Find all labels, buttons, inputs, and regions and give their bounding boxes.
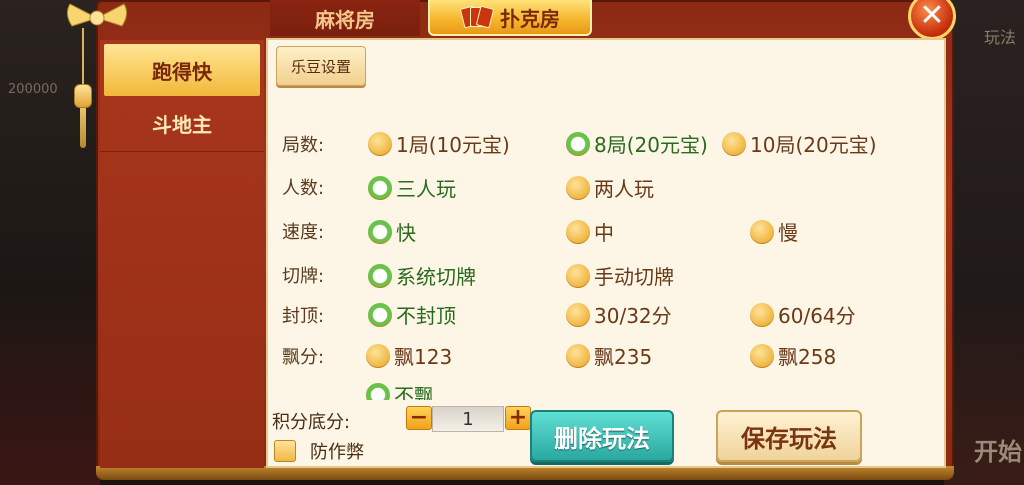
background-text-top: 玩法 — [983, 28, 1016, 47]
float-option-none[interactable]: 不飘 — [366, 380, 434, 400]
option-label: 不飘 — [394, 384, 434, 400]
float-option-123[interactable]: 飘123 — [366, 341, 452, 370]
sidebar-item-doudizhu[interactable]: 斗地主 — [100, 96, 264, 152]
option-label: 两人玩 — [594, 177, 654, 201]
float-option-235[interactable]: 飘235 — [566, 341, 652, 370]
save-ruleset-button[interactable]: 保存玩法 — [716, 410, 862, 462]
option-label: 不封顶 — [396, 304, 456, 328]
option-label: 1局(10元宝) — [396, 133, 510, 157]
anti-cheat-label: 防作弊 — [310, 442, 364, 463]
radio-icon — [750, 343, 774, 368]
close-icon: ✕ — [919, 0, 945, 33]
radio-icon — [566, 175, 590, 200]
option-label: 10局(20元宝) — [750, 133, 877, 157]
option-label: 飘258 — [778, 345, 837, 369]
radio-icon — [368, 131, 392, 156]
cap-option-30-32[interactable]: 30/32分 — [566, 300, 672, 329]
radio-selected-icon — [368, 263, 392, 288]
option-label: 快 — [396, 221, 416, 245]
option-label: 系统切牌 — [396, 265, 476, 289]
speed-option-slow[interactable]: 慢 — [750, 217, 798, 246]
bow-decoration-icon — [66, 3, 128, 27]
tassel-decoration — [80, 108, 86, 148]
sidebar-item-label: 斗地主 — [152, 113, 212, 137]
radio-icon — [750, 302, 774, 327]
option-label: 8局(20元宝) — [594, 133, 708, 157]
radio-icon — [366, 343, 390, 368]
lantern-string — [82, 28, 84, 88]
option-label: 中 — [594, 221, 614, 245]
score-increment-button[interactable]: + — [505, 406, 531, 430]
float-option-none-clip: 不飘 — [366, 380, 486, 400]
radio-icon — [750, 219, 774, 244]
background-coin-text: 200000 — [8, 82, 58, 97]
speed-option-fast[interactable]: 快 — [368, 217, 416, 246]
tab-mahjong-label: 麻将房 — [315, 7, 375, 32]
speed-label: 速度: — [282, 222, 325, 243]
players-option-two[interactable]: 两人玩 — [566, 173, 654, 202]
cap-option-60-64[interactable]: 60/64分 — [750, 300, 856, 329]
score-value-field[interactable]: 1 — [432, 406, 504, 432]
players-option-three[interactable]: 三人玩 — [368, 173, 456, 202]
minus-icon: − — [409, 405, 429, 430]
delete-ruleset-button[interactable]: 删除玩法 — [530, 410, 674, 462]
cap-label: 封顶: — [282, 306, 325, 327]
game-sidebar: 跑得快 斗地主 — [100, 40, 264, 468]
option-label: 飘123 — [394, 345, 453, 369]
background-right: 玩法 开始 — [944, 0, 1024, 485]
rounds-option-8[interactable]: 8局(20元宝) — [566, 129, 708, 158]
speed-option-medium[interactable]: 中 — [566, 217, 614, 246]
float-option-258[interactable]: 飘258 — [750, 341, 836, 370]
float-label: 飘分: — [282, 347, 325, 368]
rounds-label: 局数: — [282, 135, 325, 156]
background-text-bottom: 开始 — [974, 438, 1022, 466]
dialog-frame-bottom-rail — [96, 466, 954, 480]
radio-selected-icon — [566, 131, 590, 156]
option-label: 30/32分 — [594, 304, 672, 328]
cap-option-none[interactable]: 不封顶 — [368, 300, 456, 329]
option-label: 飘235 — [594, 345, 653, 369]
bean-settings-button[interactable]: 乐豆设置 — [276, 46, 366, 86]
radio-icon — [566, 263, 590, 288]
sidebar-item-paodekuai[interactable]: 跑得快 — [104, 44, 260, 96]
cut-option-system[interactable]: 系统切牌 — [368, 261, 476, 290]
radio-icon — [566, 302, 590, 327]
rounds-option-10[interactable]: 10局(20元宝) — [722, 129, 877, 158]
radio-icon — [722, 131, 746, 156]
settings-panel — [266, 38, 946, 468]
radio-icon — [566, 219, 590, 244]
cut-option-manual[interactable]: 手动切牌 — [566, 261, 674, 290]
background-left: 200000 — [0, 0, 100, 485]
playing-cards-icon — [459, 4, 495, 30]
sidebar-item-label: 跑得快 — [152, 59, 212, 84]
option-label: 60/64分 — [778, 304, 856, 328]
cut-label: 切牌: — [282, 266, 325, 287]
radio-icon — [566, 343, 590, 368]
radio-selected-icon — [368, 302, 392, 327]
lantern-icon — [74, 84, 92, 108]
tab-mahjong-room[interactable]: 麻将房 — [270, 0, 420, 36]
anti-cheat-checkbox[interactable] — [274, 440, 296, 462]
rounds-option-1[interactable]: 1局(10元宝) — [368, 129, 510, 158]
tab-poker-label: 扑克房 — [500, 6, 560, 31]
option-label: 三人玩 — [396, 177, 456, 201]
score-decrement-button[interactable]: − — [406, 406, 432, 430]
radio-selected-icon — [368, 175, 392, 200]
option-label: 慢 — [778, 221, 798, 245]
radio-selected-icon — [366, 382, 390, 400]
radio-selected-icon — [368, 219, 392, 244]
players-label: 人数: — [282, 178, 325, 199]
option-label: 手动切牌 — [594, 265, 674, 289]
tab-poker-room[interactable]: 扑克房 — [428, 0, 592, 36]
base-score-label: 积分底分: — [272, 412, 351, 433]
plus-icon: + — [508, 405, 528, 430]
